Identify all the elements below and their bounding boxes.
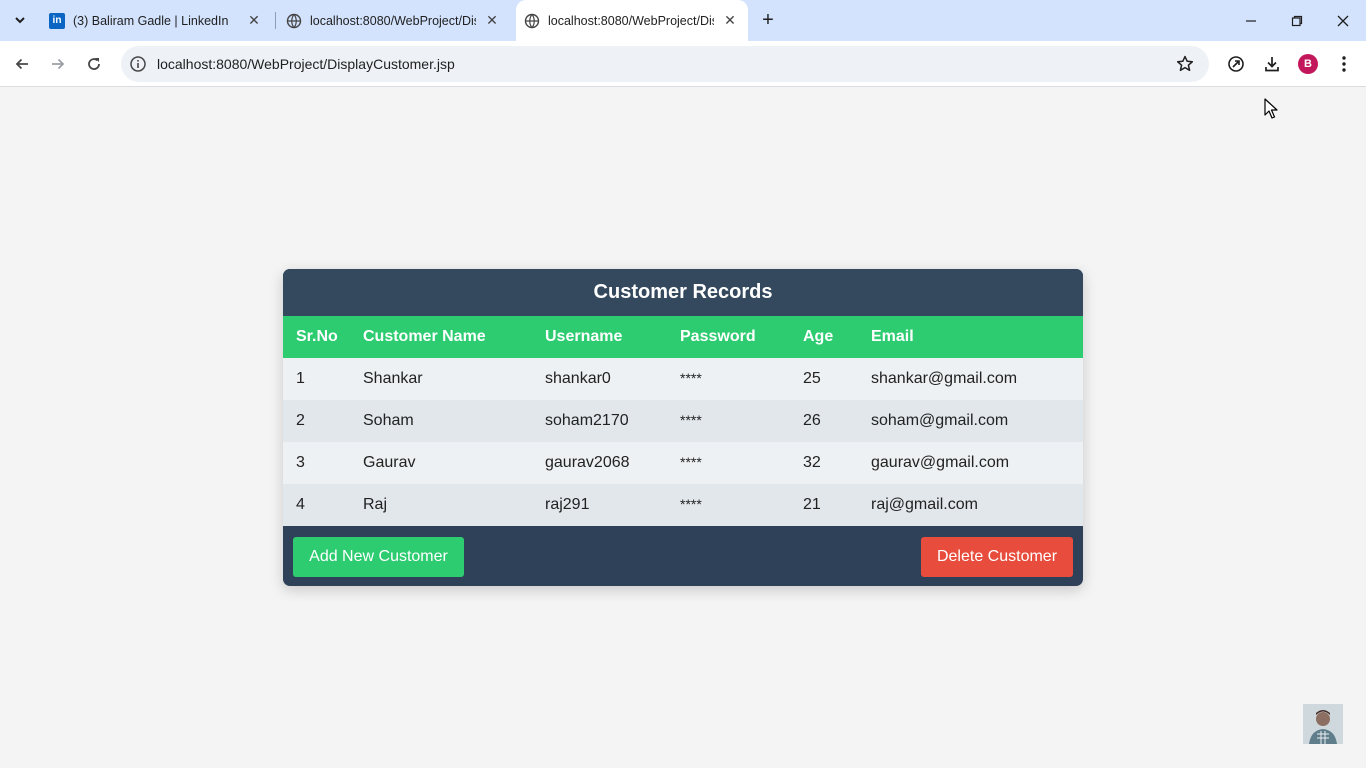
close-icon[interactable]: ✕ [246, 12, 262, 28]
bookmark-star-icon[interactable] [1175, 54, 1195, 74]
cell-name: Shankar [363, 358, 545, 400]
restore-button[interactable] [1274, 0, 1320, 41]
table-header-row: Sr.No Customer Name Username Password Ag… [283, 316, 1083, 358]
menu-button[interactable] [1333, 53, 1355, 75]
cell-srno: 3 [283, 442, 363, 484]
cell-age: 26 [803, 400, 871, 442]
webcam-thumbnail [1303, 704, 1343, 744]
table-row: 2 Soham soham2170 **** 26 soham@gmail.co… [283, 400, 1083, 442]
cell-age: 32 [803, 442, 871, 484]
browser-toolbar: localhost:8080/WebProject/DisplayCustome… [0, 41, 1366, 87]
address-bar[interactable]: localhost:8080/WebProject/DisplayCustome… [121, 46, 1209, 82]
tab-strip: in (3) Baliram Gadle | LinkedIn ✕ localh… [0, 0, 1366, 42]
column-header-name: Customer Name [363, 316, 545, 358]
download-icon [1265, 57, 1279, 72]
table-row: 4 Raj raj291 **** 21 raj@gmail.com [283, 484, 1083, 526]
cell-username: shankar0 [545, 358, 680, 400]
kebab-menu-icon [1342, 56, 1346, 72]
globe-icon [524, 13, 540, 29]
linkedin-icon: in [49, 12, 65, 29]
close-icon[interactable]: ✕ [484, 12, 500, 28]
globe-icon [286, 13, 302, 29]
delete-customer-button[interactable]: Delete Customer [921, 537, 1073, 577]
customer-table: Sr.No Customer Name Username Password Ag… [283, 316, 1083, 526]
page-title: Customer Records [283, 269, 1083, 316]
cell-srno: 1 [283, 358, 363, 400]
cell-password: **** [680, 400, 803, 442]
cell-password: **** [680, 442, 803, 484]
cell-srno: 4 [283, 484, 363, 526]
cell-password: **** [680, 484, 803, 526]
close-icon[interactable]: ✕ [722, 12, 738, 28]
minimize-button[interactable] [1228, 0, 1274, 41]
back-button[interactable] [8, 50, 36, 78]
minimize-icon [1246, 19, 1256, 22]
column-header-password: Password [680, 316, 803, 358]
cell-srno: 2 [283, 400, 363, 442]
tab-webproject-active[interactable]: localhost:8080/WebProject/Disp ✕ [516, 0, 748, 42]
table-row: 3 Gaurav gaurav2068 **** 32 gaurav@gmail… [283, 442, 1083, 484]
tab-search-button[interactable] [9, 9, 31, 31]
cell-username: raj291 [545, 484, 680, 526]
add-customer-button[interactable]: Add New Customer [293, 537, 464, 577]
reload-button[interactable] [80, 50, 108, 78]
customer-records-card: Customer Records Sr.No Customer Name Use… [283, 269, 1083, 586]
cell-email: raj@gmail.com [871, 484, 1083, 526]
cell-email: soham@gmail.com [871, 400, 1083, 442]
cell-username: soham2170 [545, 400, 680, 442]
close-icon [1337, 15, 1349, 26]
cell-name: Soham [363, 400, 545, 442]
profile-avatar[interactable]: B [1298, 54, 1318, 74]
cell-name: Gaurav [363, 442, 545, 484]
forward-button[interactable] [44, 50, 72, 78]
tab-title: localhost:8080/WebProject/Disp [310, 13, 476, 28]
chevron-down-icon [15, 17, 25, 24]
cell-age: 25 [803, 358, 871, 400]
cell-age: 21 [803, 484, 871, 526]
column-header-email: Email [871, 316, 1083, 358]
info-icon[interactable] [129, 55, 147, 73]
tab-title: (3) Baliram Gadle | LinkedIn [73, 13, 229, 28]
column-header-srno: Sr.No [283, 316, 363, 358]
url-text[interactable]: localhost:8080/WebProject/DisplayCustome… [157, 56, 455, 72]
window-close-button[interactable] [1320, 0, 1366, 41]
column-header-username: Username [545, 316, 680, 358]
table-row: 1 Shankar shankar0 **** 25 shankar@gmail… [283, 358, 1083, 400]
cell-password: **** [680, 358, 803, 400]
extension-icon [1228, 56, 1244, 72]
tab-webproject-1[interactable]: localhost:8080/WebProject/Disp ✕ [278, 0, 510, 41]
cell-email: gaurav@gmail.com [871, 442, 1083, 484]
cell-username: gaurav2068 [545, 442, 680, 484]
restore-icon [1291, 15, 1303, 26]
reload-icon [88, 58, 100, 70]
mouse-cursor-icon [1264, 98, 1278, 119]
tab-separator [275, 12, 276, 29]
forward-arrow-icon [52, 58, 65, 70]
back-arrow-icon [15, 58, 28, 70]
cell-name: Raj [363, 484, 545, 526]
new-tab-button[interactable]: + [756, 9, 780, 33]
tab-linkedin[interactable]: in (3) Baliram Gadle | LinkedIn ✕ [40, 0, 272, 41]
cell-email: shankar@gmail.com [871, 358, 1083, 400]
downloads-button[interactable] [1261, 53, 1283, 75]
column-header-age: Age [803, 316, 871, 358]
extension-button[interactable] [1225, 53, 1247, 75]
tab-title: localhost:8080/WebProject/Disp [548, 14, 714, 28]
